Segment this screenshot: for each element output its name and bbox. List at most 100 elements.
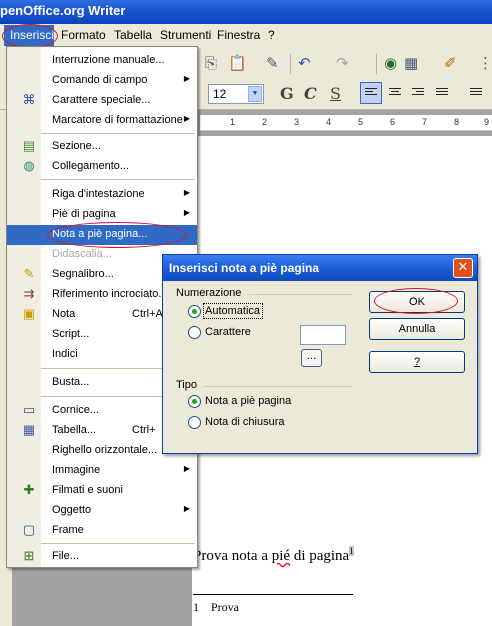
font-size-select[interactable]: 12 ▼ — [208, 84, 264, 104]
toolbar-separator — [290, 54, 291, 74]
dialog-title: Inserisci nota a piè pagina — [169, 261, 320, 275]
insert-table-icon[interactable]: ▦ — [404, 54, 418, 72]
menu-item-object[interactable]: Oggetto ▶ — [7, 501, 197, 521]
misspelled-word[interactable]: pié — [272, 548, 290, 564]
underline-button[interactable]: S — [330, 84, 341, 103]
ruler-number: 4 — [326, 117, 332, 127]
menu-item-image[interactable]: Immagine ▶ — [7, 461, 197, 481]
submenu-arrow-icon: ▶ — [183, 188, 190, 197]
radio-character-label[interactable]: Carattere — [205, 326, 251, 338]
close-icon[interactable]: ✕ — [453, 258, 473, 278]
numbering-group-label: Numerazione — [176, 287, 242, 299]
menu-formato[interactable]: Formato — [61, 28, 106, 42]
menu-item-header[interactable]: Riga d'intestazione ▶ — [7, 185, 197, 205]
media-icon: ✚ — [23, 482, 35, 497]
menu-item-label: Filmati e suoni — [52, 484, 123, 496]
footnote-anchor[interactable]: 1 — [349, 546, 354, 556]
menu-tabella[interactable]: Tabella — [114, 28, 152, 42]
window-title: penOffice.org Writer — [0, 3, 126, 18]
menu-help[interactable]: ? — [268, 28, 275, 42]
more-icon[interactable]: ⋮ — [478, 54, 492, 72]
bold-button[interactable]: G — [280, 84, 294, 103]
character-input[interactable] — [300, 325, 346, 345]
insert-footnote-dialog: Inserisci nota a piè pagina ✕ Numerazion… — [162, 254, 478, 454]
paste-icon[interactable]: 📋 — [228, 54, 247, 72]
menu-item-label: Frame — [52, 524, 84, 536]
menu-item-special-character[interactable]: ⌘ Carattere speciale... — [7, 91, 197, 111]
menu-item-floating-frame[interactable]: ▢ Frame — [7, 521, 197, 541]
align-center-icon[interactable] — [389, 88, 401, 97]
floating-frame-icon: ▢ — [22, 522, 36, 537]
menu-item-label: Righello orizzontale... — [52, 444, 158, 456]
footnote-text: Prova — [211, 600, 239, 614]
menu-item-label: Sezione... — [52, 140, 101, 152]
menu-item-label: Nota — [52, 308, 76, 320]
menu-separator — [41, 133, 195, 134]
ruler-number: 2 — [262, 117, 268, 127]
menu-item-label: Busta... — [52, 376, 90, 388]
cross-reference-icon: ⇉ — [23, 286, 35, 301]
footnote-separator — [193, 594, 353, 595]
submenu-arrow-icon: ▶ — [183, 464, 190, 473]
footnote[interactable]: 1 Prova — [193, 600, 239, 615]
menu-item-label: Immagine — [52, 464, 101, 476]
submenu-arrow-icon: ▶ — [183, 114, 190, 123]
radio-endnote-label[interactable]: Nota di chiusura — [205, 416, 285, 428]
draw-icon[interactable]: ✐ — [444, 54, 457, 72]
navigator-icon[interactable]: ◉ — [384, 54, 397, 72]
menu-item-shortcut: Ctrl+ — [132, 424, 156, 436]
menu-separator — [41, 543, 195, 544]
ruler-number: 1 — [230, 117, 236, 127]
menu-item-label: Didascalia... — [52, 248, 112, 260]
menu-item-label: Oggetto — [52, 504, 92, 516]
hyperlink-globe-icon: ◍ — [23, 158, 35, 173]
cancel-button[interactable]: Annulla — [369, 318, 465, 340]
browse-character-button[interactable]: ... — [301, 349, 322, 367]
undo-icon[interactable]: ↶ — [298, 54, 311, 72]
menu-item-section[interactable]: ▤ Sezione... — [7, 137, 197, 157]
help-button[interactable]: ? — [369, 351, 465, 373]
menu-item-label: Comando di campo — [52, 74, 148, 86]
menu-item-label: File... — [52, 550, 79, 562]
radio-automatic[interactable] — [188, 305, 201, 318]
dialog-title-bar: Inserisci nota a piè pagina — [163, 255, 477, 281]
chevron-down-icon[interactable]: ▼ — [248, 86, 262, 102]
menu-item-file[interactable]: ⊞ File... — [7, 547, 197, 567]
submenu-arrow-icon: ▶ — [183, 208, 190, 217]
menu-item-formatting-mark[interactable]: Marcatore di formattazione ▶ — [7, 111, 197, 131]
radio-endnote[interactable] — [188, 416, 201, 429]
align-justify-icon[interactable] — [436, 88, 448, 97]
menu-item-label: Interruzione manuale... — [52, 54, 165, 66]
menu-item-shortcut: Ctrl+A — [132, 308, 163, 320]
document-paragraph[interactable]: Prova nota a pié di pagina1 — [193, 546, 354, 565]
copy-icon[interactable]: ⎘ — [205, 54, 217, 72]
menu-item-movies-sounds[interactable]: ✚ Filmati e suoni — [7, 481, 197, 501]
list-icon[interactable] — [470, 88, 482, 97]
menu-item-label: Carattere speciale... — [52, 94, 151, 106]
footnote-number: 1 — [193, 600, 199, 614]
align-right-icon[interactable] — [412, 88, 424, 97]
menu-finestra[interactable]: Finestra — [217, 28, 260, 42]
frame-icon: ▭ — [22, 402, 36, 417]
radio-footnote-label[interactable]: Nota a piè pagina — [205, 395, 291, 407]
radio-character[interactable] — [188, 326, 201, 339]
insert-file-icon: ⊞ — [23, 548, 35, 563]
type-group-label: Tipo — [176, 379, 197, 391]
menu-item-hyperlink[interactable]: ◍ Collegamento... — [7, 157, 197, 177]
ruler-number: 9 — [484, 117, 490, 127]
menu-item-label: Marcatore di formattazione — [52, 114, 183, 126]
clone-format-icon[interactable]: ✎ — [266, 54, 279, 72]
radio-footnote[interactable] — [188, 395, 201, 408]
annotation-ellipse — [374, 288, 458, 314]
toolbar-separator — [376, 54, 377, 74]
menu-item-field-command[interactable]: Comando di campo ▶ — [7, 71, 197, 91]
italic-button[interactable]: C — [304, 84, 317, 103]
menu-bar: Inserisci Formato Tabella Strumenti Fine… — [0, 24, 492, 48]
menu-item-label: Cornice... — [52, 404, 100, 416]
menu-item-label: Riferimento incrociato... — [52, 288, 168, 300]
ruler-number: 8 — [454, 117, 460, 127]
menu-strumenti[interactable]: Strumenti — [160, 28, 211, 42]
horizontal-ruler[interactable]: 1 2 3 4 5 6 7 8 9 — [200, 115, 492, 131]
menu-item-manual-break[interactable]: Interruzione manuale... — [7, 51, 197, 71]
redo-icon[interactable]: ↷ — [336, 54, 349, 72]
